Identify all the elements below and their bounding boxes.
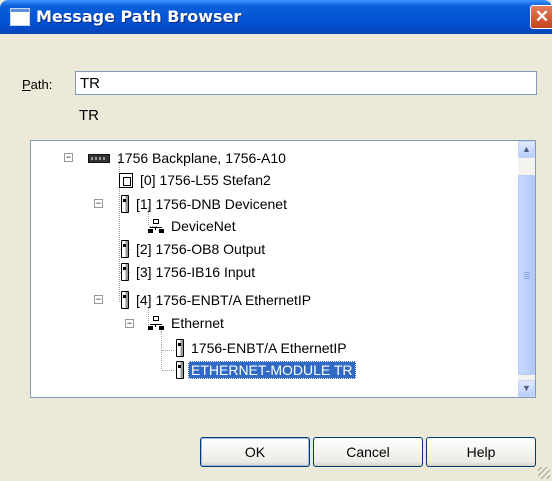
message-path-browser-dialog: Message Path Browser ✕ Path: TR − − − − … bbox=[0, 0, 552, 481]
scroll-down-button[interactable]: ▼ bbox=[518, 380, 535, 397]
module-icon bbox=[176, 361, 184, 379]
tree-node-label: Ethernet bbox=[171, 315, 224, 331]
devicenet-module-expander[interactable]: − bbox=[94, 199, 103, 208]
tree-node-label: [1] 1756-DNB Devicenet bbox=[136, 196, 287, 212]
tree-node-slot1-dnb[interactable]: [1] 1756-DNB Devicenet bbox=[121, 194, 290, 214]
tree-node-label: [4] 1756-ENBT/A EthernetIP bbox=[136, 292, 312, 308]
network-icon bbox=[148, 316, 164, 330]
enbt-module-expander[interactable]: − bbox=[94, 295, 103, 304]
backplane-expander[interactable]: − bbox=[64, 153, 73, 162]
cpu-icon bbox=[119, 172, 133, 188]
tree-node-ethernet[interactable]: Ethernet bbox=[148, 313, 227, 333]
tree-node-label: [3] 1756-IB16 Input bbox=[136, 264, 256, 280]
chevron-down-icon: ▼ bbox=[522, 383, 531, 393]
tree-node-ethernet-module-tr[interactable]: ETHERNET-MODULE TR bbox=[176, 360, 356, 380]
cancel-button[interactable]: Cancel bbox=[313, 437, 423, 467]
module-icon bbox=[121, 291, 129, 309]
tree-node-label: DeviceNet bbox=[171, 218, 236, 234]
network-icon bbox=[148, 219, 164, 233]
path-label: Path: bbox=[22, 77, 52, 92]
tree-node-label: [2] 1756-OB8 Output bbox=[136, 241, 266, 257]
path-input[interactable] bbox=[75, 71, 537, 95]
resize-grip[interactable] bbox=[538, 467, 550, 479]
ok-button[interactable]: OK bbox=[200, 437, 310, 467]
chevron-up-icon: ▲ bbox=[522, 144, 531, 154]
tree-node-devicenet[interactable]: DeviceNet bbox=[148, 216, 239, 236]
close-icon: ✕ bbox=[534, 7, 550, 26]
tree-node-label: ETHERNET-MODULE TR bbox=[188, 361, 356, 379]
path-display: TR bbox=[79, 107, 99, 124]
module-icon bbox=[121, 263, 129, 281]
close-button[interactable]: ✕ bbox=[530, 5, 552, 29]
window-icon bbox=[10, 8, 30, 26]
tree-node-slot3-input[interactable]: [3] 1756-IB16 Input bbox=[121, 262, 258, 282]
scroll-thumb[interactable] bbox=[518, 175, 535, 375]
tree-node-label: 1756-ENBT/A EthernetIP bbox=[191, 340, 347, 356]
ethernet-network-expander[interactable]: − bbox=[125, 319, 134, 328]
module-icon bbox=[176, 339, 184, 357]
help-button[interactable]: Help bbox=[426, 437, 536, 467]
scroll-up-button[interactable]: ▲ bbox=[518, 141, 535, 158]
tree-node-slot4-enbt[interactable]: [4] 1756-ENBT/A EthernetIP bbox=[121, 290, 314, 310]
window-title: Message Path Browser bbox=[36, 7, 242, 26]
path-label-accelerator: P bbox=[22, 77, 31, 92]
tree-node-slot2-output[interactable]: [2] 1756-OB8 Output bbox=[121, 239, 268, 259]
tree-node-slot0-controller[interactable]: [0] 1756-L55 Stefan2 bbox=[119, 170, 274, 190]
module-tree[interactable]: − − − − 1756 Backplane, 1756-A10 [0] 175… bbox=[30, 140, 536, 398]
module-icon bbox=[121, 240, 129, 258]
backplane-icon bbox=[88, 153, 110, 163]
tree-node-enbt-ethernetip[interactable]: 1756-ENBT/A EthernetIP bbox=[176, 338, 350, 358]
path-label-text: ath: bbox=[30, 77, 53, 92]
title-bar[interactable]: Message Path Browser ✕ bbox=[0, 0, 552, 34]
tree-content: − − − − 1756 Backplane, 1756-A10 [0] 175… bbox=[31, 141, 519, 397]
vertical-scrollbar[interactable]: ▲ ▼ bbox=[518, 141, 535, 397]
tree-node-label: [0] 1756-L55 Stefan2 bbox=[140, 172, 271, 188]
module-icon bbox=[121, 195, 129, 213]
tree-node-label: 1756 Backplane, 1756-A10 bbox=[117, 150, 286, 166]
tree-node-backplane[interactable]: 1756 Backplane, 1756-A10 bbox=[88, 148, 289, 168]
